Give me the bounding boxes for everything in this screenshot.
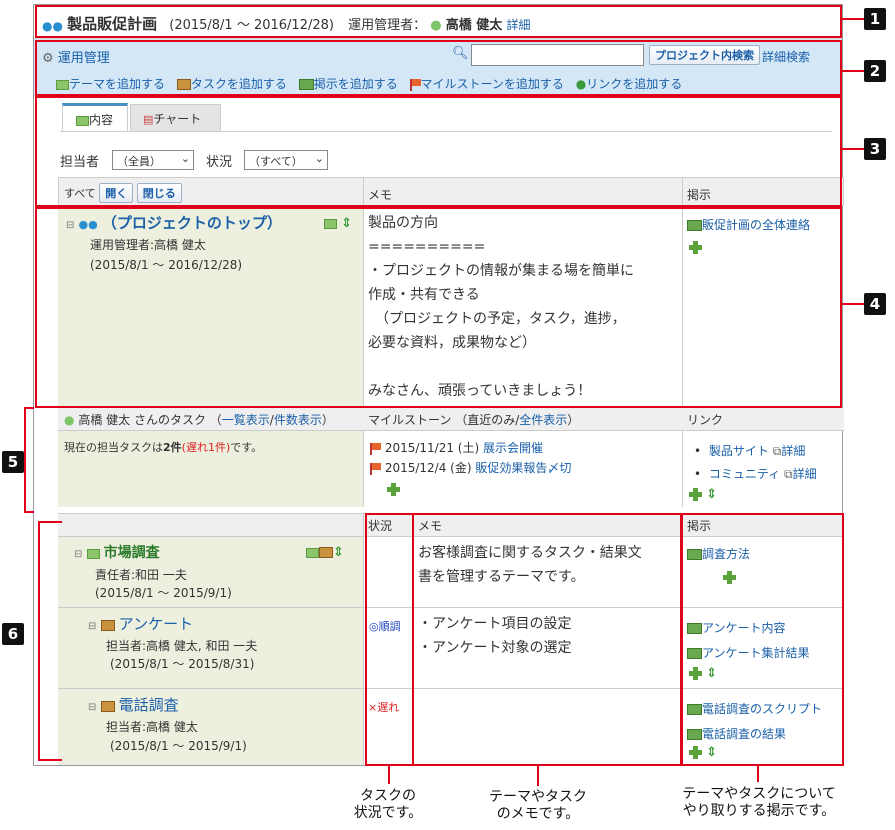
link-item: • 製品サイト ⧉詳細	[694, 444, 806, 458]
table-row: ⊟ 市場調査	[74, 542, 160, 562]
folder-icon	[306, 547, 319, 558]
callout-5: 5	[2, 451, 24, 473]
callout-line	[842, 148, 864, 150]
milestone-flag-icon	[370, 462, 381, 475]
collapse-icon[interactable]: ⊟	[88, 702, 96, 713]
milestone-item: 2015/11/21 (土) 展示会開催	[370, 438, 571, 458]
collapse-icon[interactable]: ⊟	[74, 549, 82, 560]
callout-line	[537, 766, 539, 786]
add-milestone-plus-icon[interactable]	[387, 483, 401, 496]
theme-period: (2015/8/1 ～ 2015/9/1)	[95, 586, 232, 600]
user-icon: ●	[64, 413, 75, 427]
callout-line	[842, 303, 864, 305]
task-count: 2件	[163, 441, 182, 454]
callout-line	[757, 766, 759, 782]
highlight-toolbar	[35, 40, 842, 96]
milestone-header: マイルストーン （直近のみ/	[368, 413, 520, 427]
callout-line	[38, 521, 62, 523]
callout-line	[388, 766, 390, 784]
callout-1: 1	[864, 8, 886, 30]
collapse-icon[interactable]: ⊟	[88, 621, 96, 632]
links-header: リンク	[687, 413, 724, 427]
theme-person: 責任者:和田 一夫	[95, 568, 187, 582]
callout-2: 2	[864, 60, 886, 82]
window-icon: ⧉	[784, 467, 793, 481]
callout-4: 4	[864, 293, 886, 315]
task-person: 担当者:高橋 健太, 和田 一夫	[106, 639, 258, 653]
callout-6: 6	[2, 623, 24, 645]
folder-icon	[86, 548, 100, 559]
milestone-item: 2015/12/4 (金) 販促効果報告〆切	[370, 458, 571, 478]
callout-line	[24, 511, 34, 513]
highlight-tabs	[35, 96, 842, 207]
task-title[interactable]: 電話調査	[119, 696, 179, 714]
highlight-memo-col	[412, 513, 682, 766]
late-count: (遅れ1件)	[181, 441, 231, 454]
task-box-icon	[100, 620, 115, 631]
task-person: 担当者:高橋 健太	[106, 720, 198, 734]
caption-memo: テーマやタスク のメモです。	[489, 789, 587, 822]
table-row: ⊟ アンケート	[88, 613, 193, 634]
milestone-all-link[interactable]: 全件表示	[519, 413, 567, 427]
task-period: (2015/8/1 ～ 2015/8/31)	[110, 657, 255, 671]
callout-line	[38, 759, 62, 761]
link-item: • コミュニティ ⧉詳細	[694, 467, 817, 481]
callout-line	[24, 407, 34, 409]
col-divider	[363, 513, 364, 765]
add-link-plus-icon[interactable]	[689, 488, 702, 501]
table-row: ⊟ 電話調査	[88, 694, 179, 715]
task-title[interactable]: アンケート	[119, 615, 193, 633]
task-list-link[interactable]: 一覧表示	[222, 413, 270, 427]
theme-title[interactable]: 市場調査	[104, 545, 160, 561]
caption-notice: テーマやタスクについて やり取りする掲示です。	[682, 786, 836, 819]
task-box-icon	[100, 701, 115, 712]
highlight-top-row	[35, 207, 842, 408]
callout-3: 3	[864, 138, 886, 160]
my-tasks-title: 高橋 健太 さんのタスク	[78, 413, 206, 427]
callout-line	[842, 18, 864, 20]
task-count-link[interactable]: 件数表示	[274, 413, 322, 427]
milestone-flag-icon	[370, 442, 381, 455]
sort-arrows-icon[interactable]: ⇕	[706, 487, 717, 502]
highlight-header	[35, 5, 842, 38]
task-box-icon	[319, 547, 333, 558]
callout-line	[38, 521, 40, 761]
highlight-status-col	[365, 513, 414, 766]
callout-line	[842, 70, 864, 72]
task-period: (2015/8/1 ～ 2015/9/1)	[110, 739, 247, 753]
caption-status: タスクの 状況です。	[353, 788, 423, 821]
callout-line	[24, 407, 26, 512]
highlight-notice-col	[681, 513, 844, 766]
sort-arrows-icon[interactable]: ⇕	[333, 545, 344, 560]
